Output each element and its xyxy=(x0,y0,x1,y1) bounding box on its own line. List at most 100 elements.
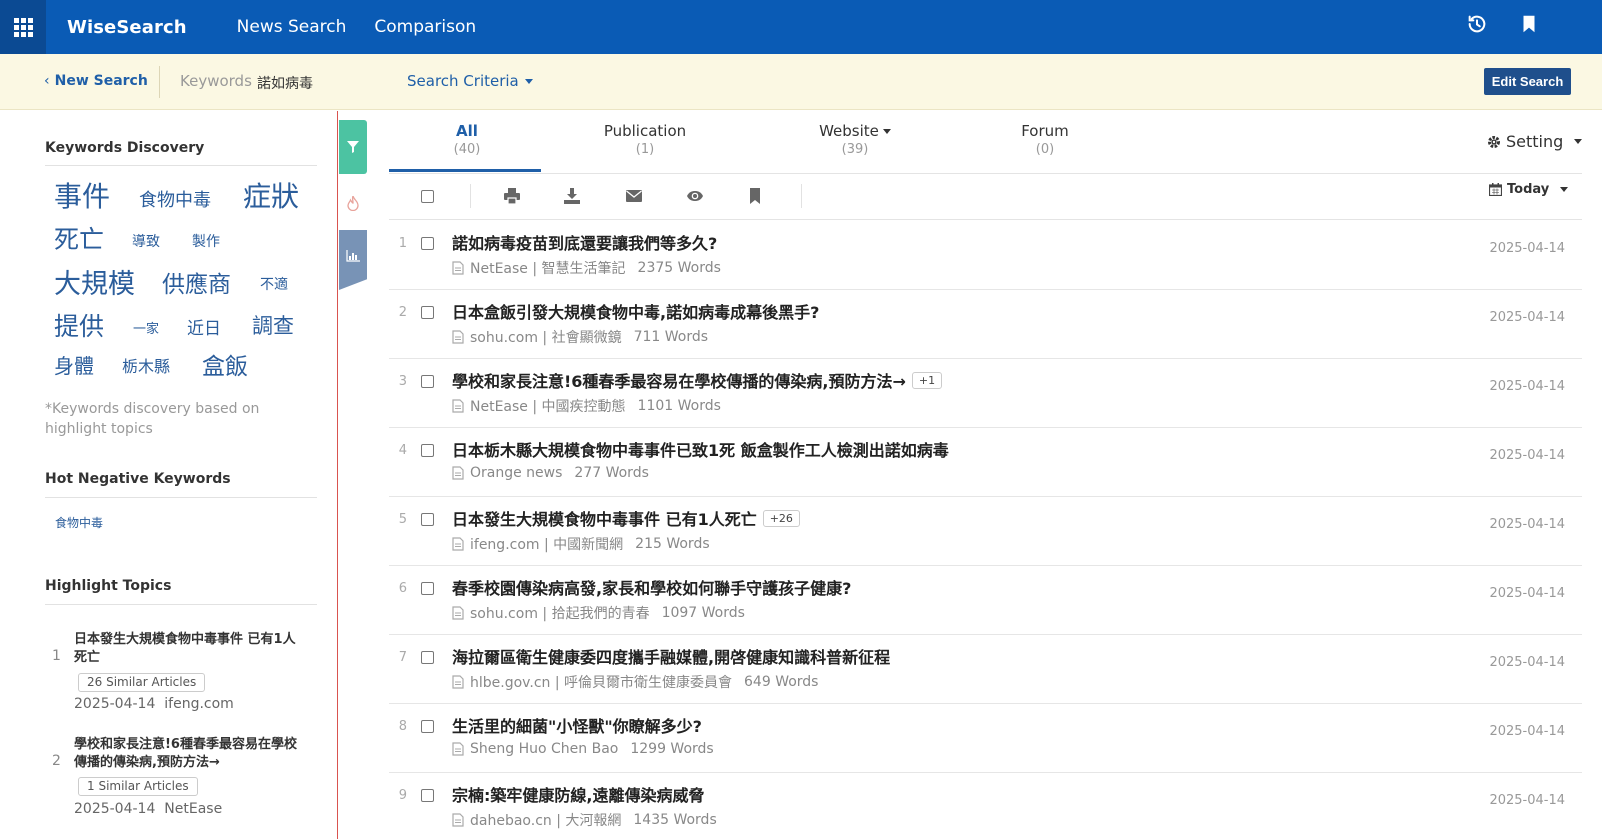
article-row: 6 春季校園傳染病高發,家長和學校如何聯手守護孩子健康? sohu.com | … xyxy=(389,566,1582,635)
article-date: 2025-04-14 xyxy=(1489,586,1565,601)
calendar-icon xyxy=(1489,183,1502,196)
keyword-cloud-word[interactable]: 事件 xyxy=(54,175,110,215)
keywords-value: 諾如病毒 xyxy=(257,76,313,92)
document-icon xyxy=(452,330,464,344)
article-checkbox[interactable] xyxy=(421,651,434,664)
article-meta: Sheng Huo Chen Bao 1299 Words xyxy=(452,741,714,757)
article-checkbox[interactable] xyxy=(421,720,434,733)
highlight-topic-title[interactable]: 學校和家長注意!6種春季最容易在學校傳播的傳染病,預防方法→ xyxy=(74,736,306,772)
article-meta: hlbe.gov.cn | 呼倫貝爾市衛生健康委員會 649 Words xyxy=(452,672,818,692)
new-search-link[interactable]: ‹ New Search xyxy=(44,73,148,89)
article-checkbox[interactable] xyxy=(421,789,434,802)
keyword-cloud-word[interactable]: 調查 xyxy=(252,310,294,340)
divider xyxy=(470,184,471,208)
article-title[interactable]: 日本栃木縣大規模食物中毒事件已致1死 飯盒製作工人檢測出諾如病毒 xyxy=(452,437,949,461)
print-icon[interactable] xyxy=(503,187,521,205)
article-title[interactable]: 學校和家長注意!6種春季最容易在學校傳播的傳染病,預防方法→ +1 xyxy=(452,368,943,392)
active-tab-indicator xyxy=(389,169,541,172)
tab-all[interactable]: All (40) xyxy=(437,122,497,157)
article-title[interactable]: 日本盒飯引發大規模食物中毒,諾如病毒成幕後黑手? xyxy=(452,299,819,323)
keyword-cloud-word[interactable]: 盒飯 xyxy=(202,347,248,381)
keyword-cloud-word[interactable]: 食物中毒 xyxy=(139,186,211,212)
keyword-cloud-word[interactable]: 症狀 xyxy=(243,175,299,215)
date-range-dropdown[interactable]: Today xyxy=(1489,182,1569,197)
caret-down-icon xyxy=(524,79,533,84)
article-title[interactable]: 春季校園傳染病高發,家長和學校如何聯手守護孩子健康? xyxy=(452,575,851,599)
divider xyxy=(45,497,317,498)
article-row: 1 諾如病毒疫苗到底還要讓我們等多久? NetEase | 智慧生活筆記 2375… xyxy=(389,221,1582,290)
article-checkbox[interactable] xyxy=(421,582,434,595)
keyword-cloud-word[interactable]: 提供 xyxy=(54,307,104,343)
keyword-cloud-word[interactable]: 近日 xyxy=(187,314,221,339)
article-checkbox[interactable] xyxy=(421,513,434,526)
bookmark-icon[interactable] xyxy=(1518,13,1540,39)
article-row: 8 生活里的細菌"小怪獸"你瞭解多少? Sheng Huo Chen Bao 12… xyxy=(389,704,1582,773)
tab-website[interactable]: Website (39) xyxy=(810,122,900,157)
keywords-discovery-title: Keywords Discovery xyxy=(45,140,205,156)
search-criteria-dropdown[interactable]: Search Criteria xyxy=(407,72,533,90)
article-date: 2025-04-14 xyxy=(1489,517,1565,532)
hot-negative-keyword[interactable]: 食物中毒 xyxy=(55,514,103,531)
keyword-cloud-word[interactable]: 導致 xyxy=(132,231,160,251)
article-checkbox[interactable] xyxy=(421,306,434,319)
brand-logo[interactable]: WiseSearch xyxy=(67,17,187,38)
highlight-topic-title[interactable]: 日本發生大規模食物中毒事件 已有1人死亡 xyxy=(74,631,306,667)
email-icon[interactable] xyxy=(625,187,643,205)
keywords-label: Keywords xyxy=(180,72,252,90)
article-date: 2025-04-14 xyxy=(1489,379,1565,394)
select-all-checkbox[interactable] xyxy=(421,190,434,203)
highlight-topic-meta: 2025-04-14 ifeng.com xyxy=(74,696,234,712)
keyword-cloud-word[interactable]: 不適 xyxy=(260,274,288,294)
nav-news-search[interactable]: News Search xyxy=(237,17,347,37)
keyword-cloud-word[interactable]: 一家 xyxy=(133,318,159,337)
keyword-cloud-word[interactable]: 供應商 xyxy=(162,265,231,299)
keyword-cloud-word[interactable]: 栃木縣 xyxy=(122,353,170,377)
hot-topics-tab[interactable] xyxy=(339,178,367,228)
article-title[interactable]: 生活里的細菌"小怪獸"你瞭解多少? xyxy=(452,713,702,737)
highlight-topic-meta: 2025-04-14 NetEase xyxy=(74,801,223,817)
similar-articles-badge[interactable]: 1 Similar Articles xyxy=(78,777,198,796)
article-number: 5 xyxy=(398,512,407,527)
article-number: 1 xyxy=(398,236,407,251)
similar-count-badge[interactable]: +26 xyxy=(762,509,800,527)
similar-articles-badge[interactable]: 26 Similar Articles xyxy=(78,673,206,692)
bookmark-icon[interactable] xyxy=(746,187,764,205)
keyword-cloud-word[interactable]: 死亡 xyxy=(54,220,104,256)
edit-search-button[interactable]: Edit Search xyxy=(1484,68,1571,95)
apps-menu-button[interactable] xyxy=(0,0,46,54)
keyword-cloud-word[interactable]: 製作 xyxy=(192,231,220,251)
history-icon[interactable] xyxy=(1466,13,1488,39)
article-title[interactable]: 宗楠:築牢健康防線,遠離傳染病威脅 xyxy=(452,782,704,806)
article-list: 1 諾如病毒疫苗到底還要讓我們等多久? NetEase | 智慧生活筆記 2375… xyxy=(389,221,1582,839)
article-title[interactable]: 諾如病毒疫苗到底還要讓我們等多久? xyxy=(452,230,717,254)
article-meta: NetEase | 智慧生活筆記 2375 Words xyxy=(452,258,721,278)
setting-dropdown[interactable]: Setting xyxy=(1487,132,1583,151)
download-icon[interactable] xyxy=(563,187,581,205)
caret-down-icon xyxy=(1574,139,1583,144)
search-criteria-bar: ‹ New Search Keywords 諾如病毒 Search Criteri… xyxy=(0,54,1602,110)
article-title[interactable]: 日本發生大規模食物中毒事件 已有1人死亡 +26 xyxy=(452,506,800,530)
analytics-tab[interactable] xyxy=(339,230,367,290)
article-row: 5 日本發生大規模食物中毒事件 已有1人死亡 +26 ifeng.com | 中國… xyxy=(389,497,1582,566)
keyword-cloud-word[interactable]: 大規模 xyxy=(54,262,135,301)
article-meta: ifeng.com | 中國新聞網 215 Words xyxy=(452,534,710,554)
article-date: 2025-04-14 xyxy=(1489,655,1565,670)
fire-icon xyxy=(347,195,359,211)
divider xyxy=(45,604,317,605)
article-checkbox[interactable] xyxy=(421,444,434,457)
article-title[interactable]: 海拉爾區衛生健康委四度攜手融媒體,開啓健康知識科普新征程 xyxy=(452,644,890,668)
article-checkbox[interactable] xyxy=(421,237,434,250)
keyword-cloud-word[interactable]: 身體 xyxy=(54,350,94,379)
divider xyxy=(801,184,802,208)
eye-icon[interactable] xyxy=(686,187,704,205)
document-icon xyxy=(452,813,464,827)
filter-panel-tab[interactable] xyxy=(339,120,367,174)
nav-comparison[interactable]: Comparison xyxy=(374,17,476,37)
tab-forum[interactable]: Forum (0) xyxy=(1010,122,1080,157)
document-icon xyxy=(452,466,464,480)
article-checkbox[interactable] xyxy=(421,375,434,388)
highlight-topic-number: 2 xyxy=(52,753,61,769)
similar-count-badge[interactable]: +1 xyxy=(911,371,943,389)
caret-down-icon xyxy=(882,129,891,134)
tab-publication[interactable]: Publication (1) xyxy=(595,122,695,157)
